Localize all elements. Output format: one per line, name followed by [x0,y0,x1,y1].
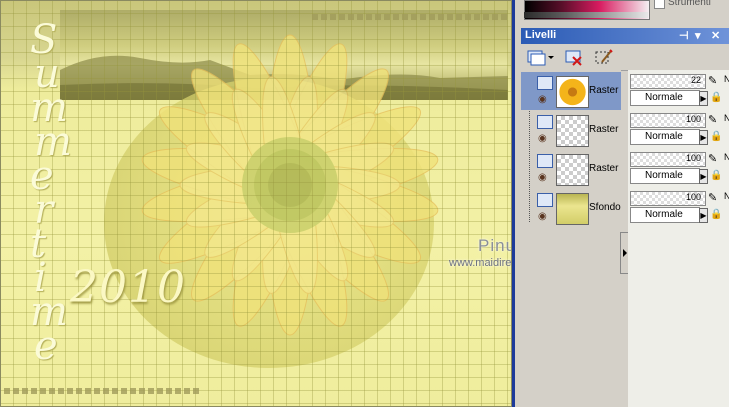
panel-menu-icon[interactable]: ▾ [695,29,701,42]
blend-mode-select[interactable]: Normale [630,90,700,106]
eye-icon[interactable]: ◉ [538,133,547,144]
layers-panel-titlebar[interactable]: Livelli ⊣ ▾ ✕ [521,28,729,44]
edit-selection-button[interactable] [593,47,615,67]
lock-icon[interactable]: 🔒 [710,209,722,221]
pin-icon[interactable]: ⊣ [679,29,689,42]
grayscale-strip[interactable] [524,12,648,18]
opacity-slider[interactable]: 100 [630,113,706,128]
canvas-grid [0,0,512,407]
brush-icon[interactable]: ✎ [708,113,722,127]
layer-row[interactable]: ◉ Raster [521,150,621,188]
blend-mode-value: Normale [645,131,683,142]
blend-mode-value: Normale [645,209,683,220]
layer-thumbnail [556,154,589,186]
blend-mode-value: Normale [645,170,683,181]
overflow-letter: N [724,191,729,201]
layer-visibility-icon[interactable] [537,154,553,168]
layer-properties-row: 100 Normale ▶ ✎ 🔒 N [628,189,729,227]
layers-toolbar [521,44,729,71]
layer-thumbnail [556,115,589,147]
layer-thumbnail [556,193,589,225]
layer-visibility-icon[interactable] [537,193,553,207]
edit-selection-icon [595,49,613,64]
eye-icon[interactable]: ◉ [538,172,547,183]
delete-layer-icon [565,50,582,66]
layers-panel-title: Livelli [525,29,557,41]
opacity-value: 100 [685,153,701,163]
opacity-value: 100 [685,192,701,202]
new-raster-layer-button[interactable] [525,47,555,67]
opacity-slider[interactable]: 22 [630,74,706,89]
year-text: 2010 [70,262,186,313]
blend-mode-value: Normale [645,92,683,103]
tools-checkbox[interactable] [654,0,665,9]
layer-row[interactable]: ◉ Sfondo [521,189,621,227]
layer-properties-row: 100 Normale ▶ ✎ 🔒 N [628,111,729,149]
watermark-url: www.maidiregrafica.eu [449,257,512,269]
layer-name: Raster [589,124,619,135]
overflow-letter: N [724,152,729,162]
layer-visibility-icon[interactable] [537,115,553,129]
blend-mode-select[interactable]: Normale [630,129,700,145]
delete-layer-button[interactable] [563,47,585,67]
image-canvas[interactable]: Summertime 2010 Pinuccia www.maidiregraf… [0,0,512,407]
blend-dropdown-arrow-icon[interactable]: ▶ [699,208,708,223]
lock-icon[interactable]: 🔒 [710,92,722,104]
tools-option: Strumenti [652,0,729,12]
overflow-letter: N [724,113,729,123]
layer-row[interactable]: ◉ Raster [521,111,621,149]
opacity-value: 100 [685,114,701,124]
layers-list: ◉ Raster ◉ Raster ◉ Raster ◉ Sfondo [521,70,621,407]
blend-dropdown-arrow-icon[interactable]: ▶ [699,130,708,145]
blend-dropdown-arrow-icon[interactable]: ▶ [699,169,708,184]
opacity-value: 22 [690,75,701,85]
blend-mode-select[interactable]: Normale [630,207,700,223]
layer-name: Raster [589,85,619,96]
layer-name: Raster [589,163,619,174]
brush-icon[interactable]: ✎ [708,191,722,205]
title-letter: e [34,323,58,369]
layer-properties-row: 22 Normale ▶ ✎ 🔒 N [628,72,729,110]
blend-mode-select[interactable]: Normale [630,168,700,184]
dotted-border-top [312,14,508,20]
lock-icon[interactable]: 🔒 [710,170,722,182]
overflow-letter: N [724,74,729,84]
layer-row[interactable]: ◉ Raster [521,72,621,110]
brush-icon[interactable]: ✎ [708,74,722,88]
eye-icon[interactable]: ◉ [538,211,547,222]
tools-checkbox-label: Strumenti [668,0,711,8]
brush-icon[interactable]: ✎ [708,152,722,166]
layer-properties: 22 Normale ▶ ✎ 🔒 N 100 Normale ▶ ✎ 🔒 N 100 Normale ▶ ✎ 🔒… [628,70,729,407]
dotted-border-bottom [4,388,200,394]
layer-properties-row: 100 Normale ▶ ✎ 🔒 N [628,150,729,188]
layer-visibility-icon[interactable] [537,76,553,90]
watermark-name: Pinuccia [478,236,512,255]
close-icon[interactable]: ✕ [711,29,720,42]
new-raster-layer-icon [527,50,554,66]
opacity-slider[interactable]: 100 [630,152,706,167]
layer-name: Sfondo [589,202,621,213]
lock-icon[interactable]: 🔒 [710,131,722,143]
blend-dropdown-arrow-icon[interactable]: ▶ [699,91,708,106]
layer-thumbnail [556,76,589,108]
opacity-slider[interactable]: 100 [630,191,706,206]
eye-icon[interactable]: ◉ [538,94,547,105]
